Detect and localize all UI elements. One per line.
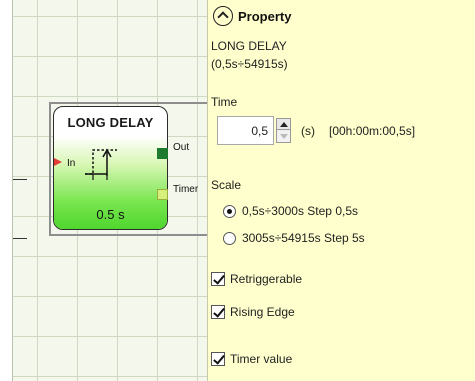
output-pin[interactable] (157, 148, 168, 159)
block-title: LONG DELAY (67, 115, 154, 130)
rising-edge-label[interactable]: Rising Edge (230, 305, 295, 319)
timing-diagram-icon (85, 148, 117, 180)
retriggerable-label[interactable]: Retriggerable (230, 272, 302, 286)
decrement-button[interactable] (277, 131, 290, 142)
chevron-up-circle-icon[interactable] (213, 6, 233, 26)
timer-value-label[interactable]: Timer value (230, 352, 292, 366)
timer-pin-label: Timer (173, 184, 199, 195)
scale-radio-short[interactable] (223, 205, 236, 218)
output-pin-label: Out (173, 142, 190, 153)
long-delay-block[interactable]: LONG DELAY In 0.5 s (53, 106, 168, 230)
rising-edge-checkbox[interactable] (211, 305, 225, 319)
delay-value: 0.5 s (96, 207, 125, 222)
retriggerable-checkbox[interactable] (211, 272, 225, 286)
time-stepper[interactable] (276, 118, 291, 143)
property-panel: Property LONG DELAY (0,5s÷54915s) Time (… (207, 0, 475, 381)
design-canvas[interactable]: LONG DELAY In 0.5 s Out Timer (12, 0, 210, 381)
input-arrow-icon[interactable] (54, 157, 62, 167)
block-name: LONG DELAY (211, 39, 287, 53)
arrow-down-icon (280, 134, 288, 139)
scale-radio-long[interactable] (223, 232, 236, 245)
connection-line (13, 238, 27, 239)
block-body: In 0.5 s (54, 136, 167, 229)
block-range: (0,5s÷54915s) (211, 57, 288, 71)
connection-line (13, 179, 27, 180)
scale-option-long[interactable]: 3005s÷54915s Step 5s (242, 231, 365, 245)
time-readout: [00h:00m:00,5s] (329, 124, 416, 138)
timer-pin[interactable] (157, 189, 168, 200)
time-label: Time (211, 95, 238, 109)
scale-option-short[interactable]: 0,5s÷3000s Step 0,5s (242, 204, 358, 218)
input-pin-label: In (67, 158, 76, 169)
increment-button[interactable] (277, 119, 290, 130)
scale-label: Scale (211, 178, 242, 192)
timer-value-checkbox[interactable] (211, 352, 225, 366)
panel-title: Property (238, 9, 292, 24)
time-input[interactable] (217, 116, 274, 145)
arrow-up-icon (280, 122, 288, 127)
time-unit: (s) (301, 124, 315, 138)
